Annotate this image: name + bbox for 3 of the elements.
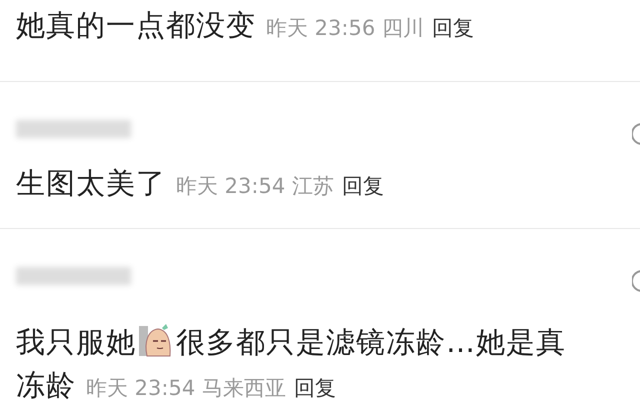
comment-text: 我只服她 很多都只是滤镜冻龄…她是真冻龄 昨天 23:54 马来西亚 回复 bbox=[16, 321, 576, 409]
comment-text: 她真的一点都没变 昨天 23:56 四川 回复 bbox=[16, 7, 475, 44]
comment-text: 生图太美了 昨天 23:54 江苏 回复 bbox=[16, 165, 385, 202]
